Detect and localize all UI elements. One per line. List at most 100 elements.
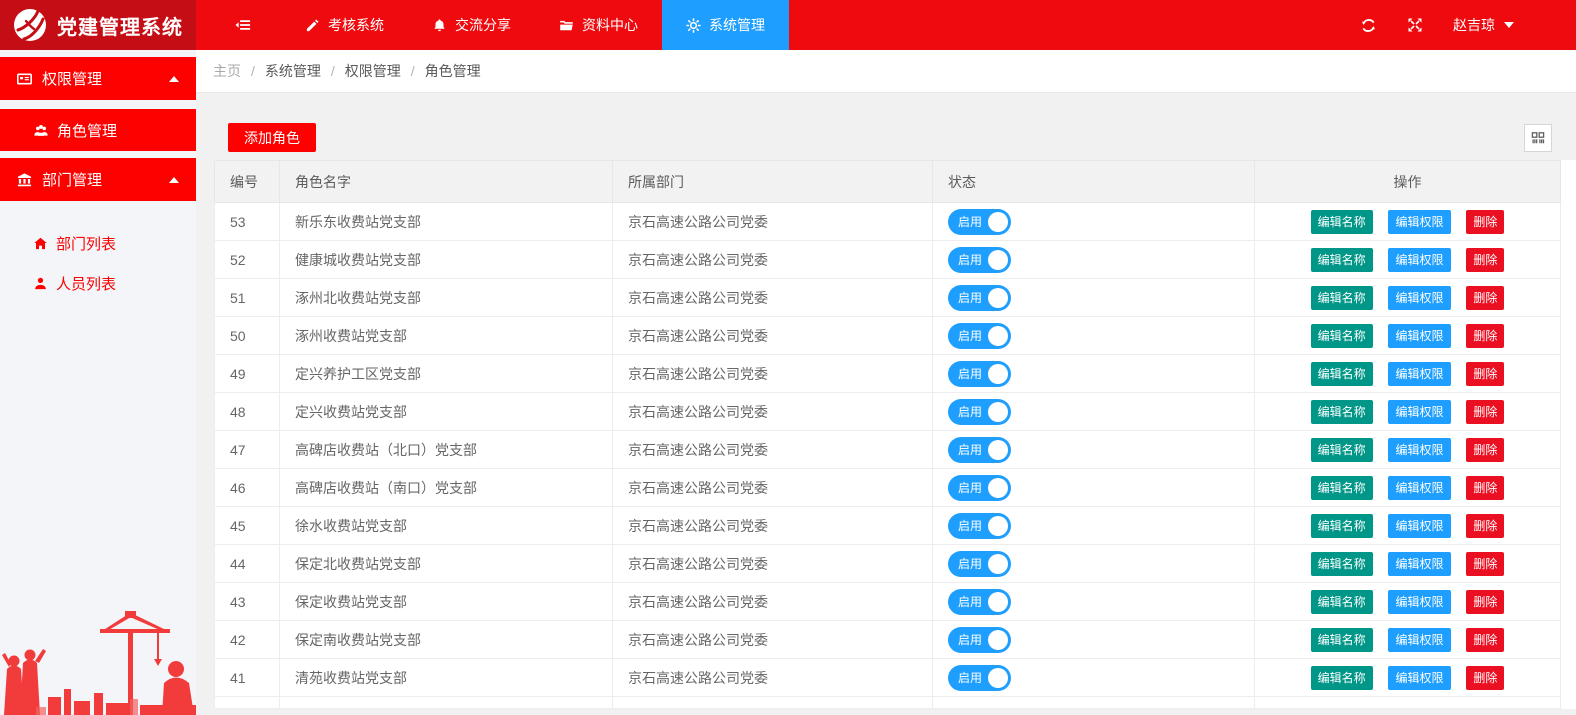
refresh-icon [1360,17,1377,34]
edit-permission-button[interactable]: 编辑权限 [1388,589,1451,614]
table-row: 47 高碑店收费站（北口）党支部 京石高速公路公司党委 启用 编辑名称 编辑权限… [214,430,1561,469]
status-toggle-label: 启用 [958,443,983,457]
edit-name-button[interactable]: 编辑名称 [1310,247,1373,272]
nav-item-system[interactable]: 系统管理 [662,0,789,50]
sidebar-item-label: 角色管理 [57,122,118,140]
delete-button[interactable]: 删除 [1466,665,1505,690]
header-id: 编号 [214,160,280,203]
cell-status: 启用 [932,240,1255,279]
sidebar-group-department[interactable]: 部门管理 [0,158,196,201]
edit-name-button[interactable]: 编辑名称 [1310,589,1373,614]
columns-icon [1530,130,1546,146]
fullscreen-button[interactable] [1407,17,1423,33]
status-toggle[interactable]: 启用 [948,474,1012,501]
logo-icon [13,8,47,42]
nav-item-label: 考核系统 [328,17,384,33]
edit-name-button[interactable]: 编辑名称 [1310,209,1373,234]
delete-button[interactable]: 删除 [1466,323,1505,348]
edit-permission-button[interactable]: 编辑权限 [1388,323,1451,348]
edit-name-button[interactable]: 编辑名称 [1310,437,1373,462]
delete-button[interactable]: 删除 [1466,247,1505,272]
sidebar-collapse-button[interactable] [196,0,281,50]
column-filter-button[interactable] [1524,123,1552,152]
delete-button[interactable]: 删除 [1466,285,1505,310]
status-toggle[interactable]: 启用 [948,322,1012,349]
status-toggle[interactable]: 启用 [948,436,1012,463]
chevron-up-icon [169,176,179,183]
edit-name-button[interactable]: 编辑名称 [1310,665,1373,690]
nav-item-materials[interactable]: 资料中心 [535,0,662,50]
user-menu[interactable]: 赵吉琼 [1453,15,1514,35]
cell-id: 51 [214,278,280,317]
status-toggle[interactable]: 启用 [948,550,1012,577]
status-toggle[interactable]: 启用 [948,512,1012,539]
delete-button[interactable]: 删除 [1466,627,1505,652]
edit-permission-button[interactable]: 编辑权限 [1388,475,1451,500]
edit-permission-button[interactable]: 编辑权限 [1388,551,1451,576]
status-toggle[interactable]: 启用 [948,360,1012,387]
sidebar-item-department-list[interactable]: 部门列表 [0,223,196,263]
delete-button[interactable]: 删除 [1466,361,1505,386]
delete-button[interactable]: 删除 [1466,399,1505,424]
edit-name-button[interactable]: 编辑名称 [1310,361,1373,386]
role-table: 编号 角色名字 所属部门 状态 操作 53 新乐东收费站党支部 京石高速公路公司… [214,160,1576,709]
edit-permission-button[interactable]: 编辑权限 [1388,209,1451,234]
edit-permission-button[interactable]: 编辑权限 [1388,247,1451,272]
add-role-button[interactable]: 添加角色 [228,123,316,152]
edit-permission-button[interactable]: 编辑权限 [1388,399,1451,424]
sidebar-group-label: 部门管理 [42,172,103,189]
status-toggle[interactable]: 启用 [948,398,1012,425]
edit-name-button[interactable]: 编辑名称 [1310,285,1373,310]
delete-button[interactable]: 删除 [1466,589,1505,614]
status-toggle[interactable]: 启用 [948,588,1012,615]
status-toggle[interactable]: 启用 [948,208,1012,235]
breadcrumb-system-management[interactable]: 系统管理 [265,61,321,81]
sidebar-group-permission[interactable]: 权限管理 [0,57,196,100]
delete-button[interactable]: 删除 [1466,475,1505,500]
edit-permission-button[interactable]: 编辑权限 [1388,361,1451,386]
delete-button[interactable]: 删除 [1466,209,1505,234]
edit-name-button[interactable]: 编辑名称 [1310,475,1373,500]
edit-permission-button[interactable]: 编辑权限 [1388,665,1451,690]
nav-item-assessment[interactable]: 考核系统 [281,0,408,50]
status-toggle-label: 启用 [958,367,983,381]
status-toggle[interactable]: 启用 [948,664,1012,691]
table-row: 43 保定收费站党支部 京石高速公路公司党委 启用 编辑名称 编辑权限 删除 [214,582,1561,621]
edit-name-button[interactable]: 编辑名称 [1310,551,1373,576]
cell-actions: 编辑名称 编辑权限 删除 [1254,544,1561,583]
status-toggle[interactable]: 启用 [948,284,1012,311]
edit-permission-button[interactable]: 编辑权限 [1388,627,1451,652]
role-table-body: 53 新乐东收费站党支部 京石高速公路公司党委 启用 编辑名称 编辑权限 删除 … [214,202,1561,709]
breadcrumb-home[interactable]: 主页 [213,61,241,81]
cell-role-name: 高碑店收费站（北口）党支部 [279,430,613,469]
breadcrumb-permission-management[interactable]: 权限管理 [345,61,401,81]
nav-item-label: 系统管理 [709,17,765,33]
refresh-button[interactable] [1360,17,1377,34]
cell-actions: 编辑名称 编辑权限 删除 [1254,392,1561,431]
edit-permission-button[interactable]: 编辑权限 [1388,513,1451,538]
sidebar-submenu-department: 部门列表 人员列表 [0,210,196,303]
table-row: 46 高碑店收费站（南口）党支部 京石高速公路公司党委 启用 编辑名称 编辑权限… [214,468,1561,507]
status-toggle[interactable]: 启用 [948,246,1012,273]
sidebar-item-role-management[interactable]: 角色管理 [0,109,196,151]
edit-permission-button[interactable]: 编辑权限 [1388,285,1451,310]
status-toggle[interactable]: 启用 [948,626,1012,653]
delete-button[interactable]: 删除 [1466,551,1505,576]
permission-card-icon [16,71,33,87]
edit-permission-button[interactable]: 编辑权限 [1388,437,1451,462]
delete-button[interactable]: 删除 [1466,437,1505,462]
edit-name-button[interactable]: 编辑名称 [1310,513,1373,538]
edit-name-button[interactable]: 编辑名称 [1310,323,1373,348]
status-toggle-knob [988,515,1009,536]
delete-button[interactable]: 删除 [1466,513,1505,538]
edit-name-button[interactable]: 编辑名称 [1310,399,1373,424]
cell-actions: 编辑名称 编辑权限 删除 [1254,278,1561,317]
edit-name-button[interactable]: 编辑名称 [1310,627,1373,652]
nav-item-share[interactable]: 交流分享 [408,0,535,50]
status-toggle-label: 启用 [958,405,983,419]
cell-role-name: 涿州北收费站党支部 [279,278,613,317]
sidebar-item-label: 人员列表 [56,275,117,293]
sidebar-item-personnel-list[interactable]: 人员列表 [0,263,196,303]
cell-actions: 编辑名称 编辑权限 删除 [1254,202,1561,241]
status-toggle-label: 启用 [958,519,983,533]
